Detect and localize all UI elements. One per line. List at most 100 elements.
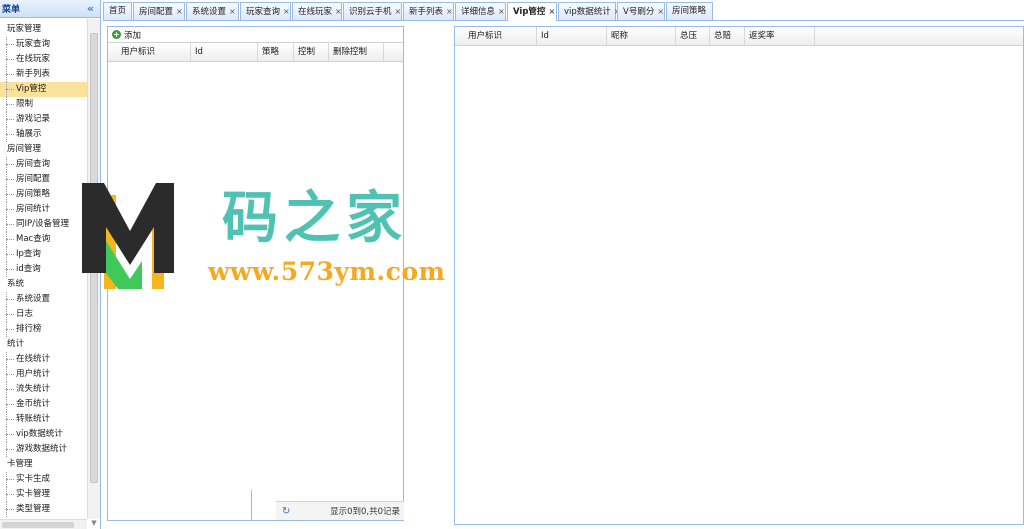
tab-item[interactable]: 房间策略	[666, 2, 713, 20]
tree-leaf-item[interactable]: 限制	[0, 97, 87, 112]
tab-label: 房间配置	[139, 7, 174, 17]
tree-leaf-item[interactable]: 排行榜	[0, 322, 87, 337]
watermark-title: 码之家	[222, 185, 408, 251]
column-header[interactable]: 控制	[294, 43, 329, 61]
tree-leaf-item[interactable]: 游戏记录	[0, 112, 87, 127]
tree-leaf-item[interactable]: 房间查询	[0, 157, 87, 172]
tree-leaf-item[interactable]: 金币统计	[0, 397, 87, 412]
tree-leaf-item[interactable]: 实卡生成	[0, 472, 87, 487]
sidebar-header: 菜单 «	[0, 0, 100, 18]
close-icon[interactable]: ×	[176, 7, 183, 16]
pager-summary: 显示0到0,共0记录	[330, 507, 400, 517]
column-header[interactable]: 删除控制	[329, 43, 384, 61]
tree-leaf-item[interactable]: 用户统计	[0, 367, 87, 382]
add-button-label: 添加	[124, 30, 142, 41]
scrollbar-thumb[interactable]	[2, 522, 74, 528]
column-header[interactable]: 用户标识	[455, 27, 537, 45]
tree-leaf-item[interactable]: 日志	[0, 307, 87, 322]
watermark-logo-icon	[82, 183, 174, 289]
tree-leaf-item[interactable]: 在线统计	[0, 352, 87, 367]
tree-group-node[interactable]: 房间管理	[0, 142, 87, 157]
tree-leaf-item[interactable]: 流失统计	[0, 382, 87, 397]
watermark-url: www.573ym.com	[208, 257, 446, 286]
plus-circle-icon: +	[112, 30, 121, 39]
close-icon[interactable]: ×	[229, 7, 236, 16]
tab-item[interactable]: 玩家查询 ×	[240, 2, 291, 20]
tab-label: Vip管控	[513, 7, 546, 17]
close-icon[interactable]: ×	[498, 7, 505, 16]
tree-leaf-item[interactable]: 转账统计	[0, 412, 87, 427]
tab-item[interactable]: 识别云手机 ×	[343, 2, 402, 20]
tree-leaf-item[interactable]: 房间策略	[0, 187, 87, 202]
tree-leaf-item[interactable]: 玩家查询	[0, 37, 87, 52]
tab-item[interactable]: 房间配置 ×	[133, 2, 185, 20]
tree-leaf-item[interactable]: Ip查询	[0, 247, 87, 262]
tree-leaf-item[interactable]: 系统设置	[0, 292, 87, 307]
tree-leaf-item[interactable]: Mac查询	[0, 232, 87, 247]
vip-detail-grid-panel: 用户标识 Id 昵称 总压 总赔 返奖率	[454, 26, 1024, 525]
grid-header: 用户标识 Id 策略 控制 删除控制	[108, 43, 403, 62]
tree-leaf-item[interactable]: 游戏数据统计	[0, 442, 87, 457]
column-header[interactable]: 总压	[676, 27, 710, 45]
tab-item[interactable]: 详细信息 ×	[455, 2, 506, 20]
sidebar-horizontal-scrollbar[interactable]	[0, 519, 87, 529]
tab-label: 新手列表	[409, 7, 444, 17]
add-button[interactable]: + 添加	[112, 29, 141, 41]
tree-group-node[interactable]: 统计	[0, 337, 87, 352]
tab-item[interactable]: Vip管控 ×	[507, 2, 557, 21]
close-icon[interactable]: ×	[657, 7, 664, 16]
column-header[interactable]: 用户标识	[108, 43, 191, 61]
tab-item[interactable]: V号刷分 ×	[617, 2, 665, 20]
resize-grip-icon[interactable]: ▼	[88, 519, 100, 529]
grid-toolbar: + 添加	[108, 27, 403, 43]
tree-leaf-item[interactable]: vip数据统计	[0, 427, 87, 442]
column-header[interactable]: 返奖率	[745, 27, 815, 45]
tab-item[interactable]: 系统设置 ×	[186, 2, 239, 20]
double-chevron-left-icon[interactable]: «	[87, 2, 94, 15]
close-icon[interactable]: ×	[395, 7, 402, 16]
tab-item[interactable]: 在线玩家 ×	[292, 2, 342, 20]
tab-label: 系统设置	[192, 7, 227, 17]
sidebar-title: 菜单	[2, 5, 21, 15]
column-header[interactable]: Id	[537, 27, 607, 45]
tree-leaf-item[interactable]: 实卡管理	[0, 487, 87, 502]
tree-leaf-item[interactable]: 在线玩家	[0, 52, 87, 67]
tab-label: 识别云手机	[349, 7, 392, 17]
column-header[interactable]: Id	[191, 43, 258, 61]
pagination-bar: ↻ 显示0到0,共0记录	[276, 501, 404, 520]
grid-header: 用户标识 Id 昵称 总压 总赔 返奖率	[455, 27, 1023, 46]
tab-item[interactable]: 首页	[103, 2, 132, 20]
tree-leaf-item[interactable]: 房间配置	[0, 172, 87, 187]
refresh-icon[interactable]: ↻	[282, 506, 290, 517]
column-header[interactable]: 昵称	[607, 27, 676, 45]
tab-label: V号刷分	[623, 7, 655, 17]
tree-leaf-item[interactable]: 房间统计	[0, 202, 87, 217]
tree-leaf-item[interactable]: 类型管理	[0, 502, 87, 517]
tab-label: 首页	[109, 6, 127, 16]
menu-tree: 玩家管理 玩家查询 在线玩家 新手列表 Vip管控 限制 游戏记录 轴展示 房间管理 房间查询 房间…	[0, 22, 87, 517]
panel-divider	[251, 490, 277, 520]
tree-group-node[interactable]: 系统	[0, 277, 87, 292]
tab-item[interactable]: vip数据统计×	[558, 2, 621, 20]
tree-leaf-item[interactable]: id查询	[0, 262, 87, 277]
tree-group-node[interactable]: 玩家管理	[0, 22, 87, 37]
tree-leaf-item[interactable]: 轴展示	[0, 127, 87, 142]
tab-bar: 首页 房间配置 × 系统设置 × 玩家查询 × 在线玩家 × 识别云手机 × 新手列表 × 详细信息 × Vi…	[103, 2, 1024, 21]
tab-label: 房间策略	[672, 6, 707, 16]
close-icon[interactable]: ×	[283, 7, 290, 16]
column-header[interactable]: 总赔	[710, 27, 745, 45]
tab-label: 详细信息	[461, 7, 496, 17]
tree-leaf-item[interactable]: 同IP/设备管理	[0, 217, 87, 232]
tab-label: 玩家查询	[246, 7, 281, 17]
close-icon[interactable]: ×	[446, 7, 453, 16]
tab-item[interactable]: 新手列表 ×	[403, 2, 454, 20]
tree-group-node[interactable]: 卡管理	[0, 457, 87, 472]
tab-label: vip数据统计	[564, 7, 611, 17]
watermark: 码之家 www.573ym.com	[82, 183, 492, 293]
tab-label: 在线玩家	[298, 7, 333, 17]
close-icon[interactable]: ×	[548, 7, 555, 16]
tree-leaf-item[interactable]: 新手列表	[0, 67, 87, 82]
close-icon[interactable]: ×	[335, 7, 342, 16]
tree-leaf-item[interactable]: Vip管控	[0, 82, 87, 97]
column-header[interactable]: 策略	[258, 43, 294, 61]
